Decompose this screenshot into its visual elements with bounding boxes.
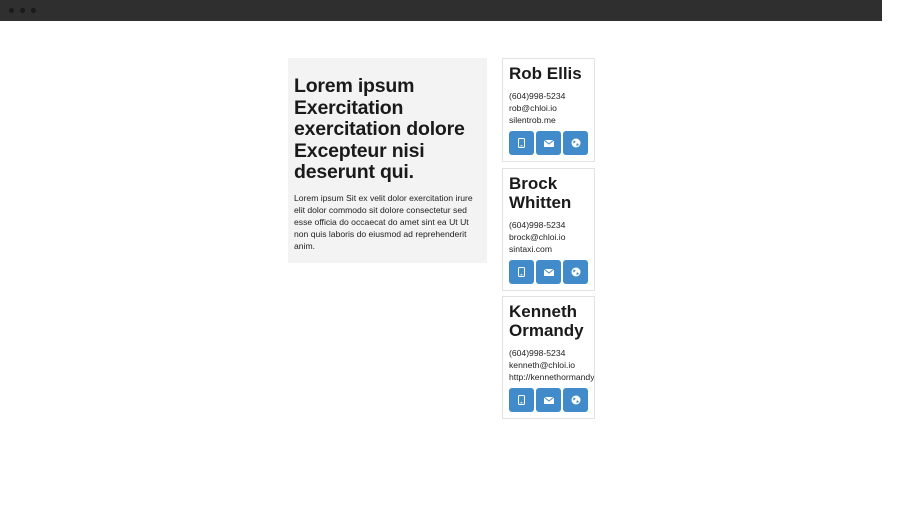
contact-website: silentrob.me [509,115,556,126]
hero-heading: Lorem ipsum Exercitation exercitation do… [294,75,465,183]
contact-card: Kenneth Ormandy (604)998-5234 kenneth@ch… [502,296,595,419]
globe-icon [571,395,580,405]
contact-phone: (604)998-5234 [509,220,566,230]
mobile-phone-icon [518,138,525,148]
envelope-icon [543,268,554,276]
contact-email: rob@chloi.io [509,103,557,114]
globe-icon [571,138,580,148]
hero-panel: Lorem ipsum Exercitation exercitation do… [288,58,487,263]
call-button[interactable] [509,388,534,412]
website-button[interactable] [563,131,588,155]
email-button[interactable] [536,388,561,412]
call-button[interactable] [509,131,534,155]
email-button[interactable] [536,260,561,284]
mobile-phone-icon [518,267,525,277]
contact-actions [509,131,588,155]
contact-name: Kenneth Ormandy [509,302,584,340]
contact-name: Brock Whitten [509,174,572,212]
contact-phone: (604)998-5234 [509,348,566,358]
window-titlebar [0,0,882,21]
hero-body-text: Lorem ipsum Sit ex velit dolor exercitat… [294,192,473,252]
envelope-icon [543,396,554,404]
contact-email: brock@chloi.io [509,232,566,243]
website-button[interactable] [563,388,588,412]
contact-phone: (604)998-5234 [509,91,566,101]
window-close-dot[interactable] [9,8,14,13]
globe-icon [571,267,580,277]
contact-info: (604)998-5234 kenneth@chloi.io http://ke… [509,347,594,384]
contact-website: http://kennethormandy.com [509,372,594,383]
contact-info: (604)998-5234 rob@chloi.io silentrob.me [509,90,588,127]
contact-actions [509,260,588,284]
window-minimize-dot[interactable] [20,8,25,13]
contact-card: Rob Ellis (604)998-5234 rob@chloi.io sil… [502,58,595,162]
envelope-icon [543,139,554,147]
contact-email: kenneth@chloi.io [509,360,576,371]
mobile-phone-icon [518,395,525,405]
window-maximize-dot[interactable] [31,8,36,13]
contact-actions [509,388,588,412]
website-button[interactable] [563,260,588,284]
call-button[interactable] [509,260,534,284]
contact-website: sintaxi.com [509,244,552,255]
contact-name: Rob Ellis [509,64,582,83]
contact-card: Brock Whitten (604)998-5234 brock@chloi.… [502,168,595,291]
email-button[interactable] [536,131,561,155]
contact-info: (604)998-5234 brock@chloi.io sintaxi.com [509,219,588,256]
